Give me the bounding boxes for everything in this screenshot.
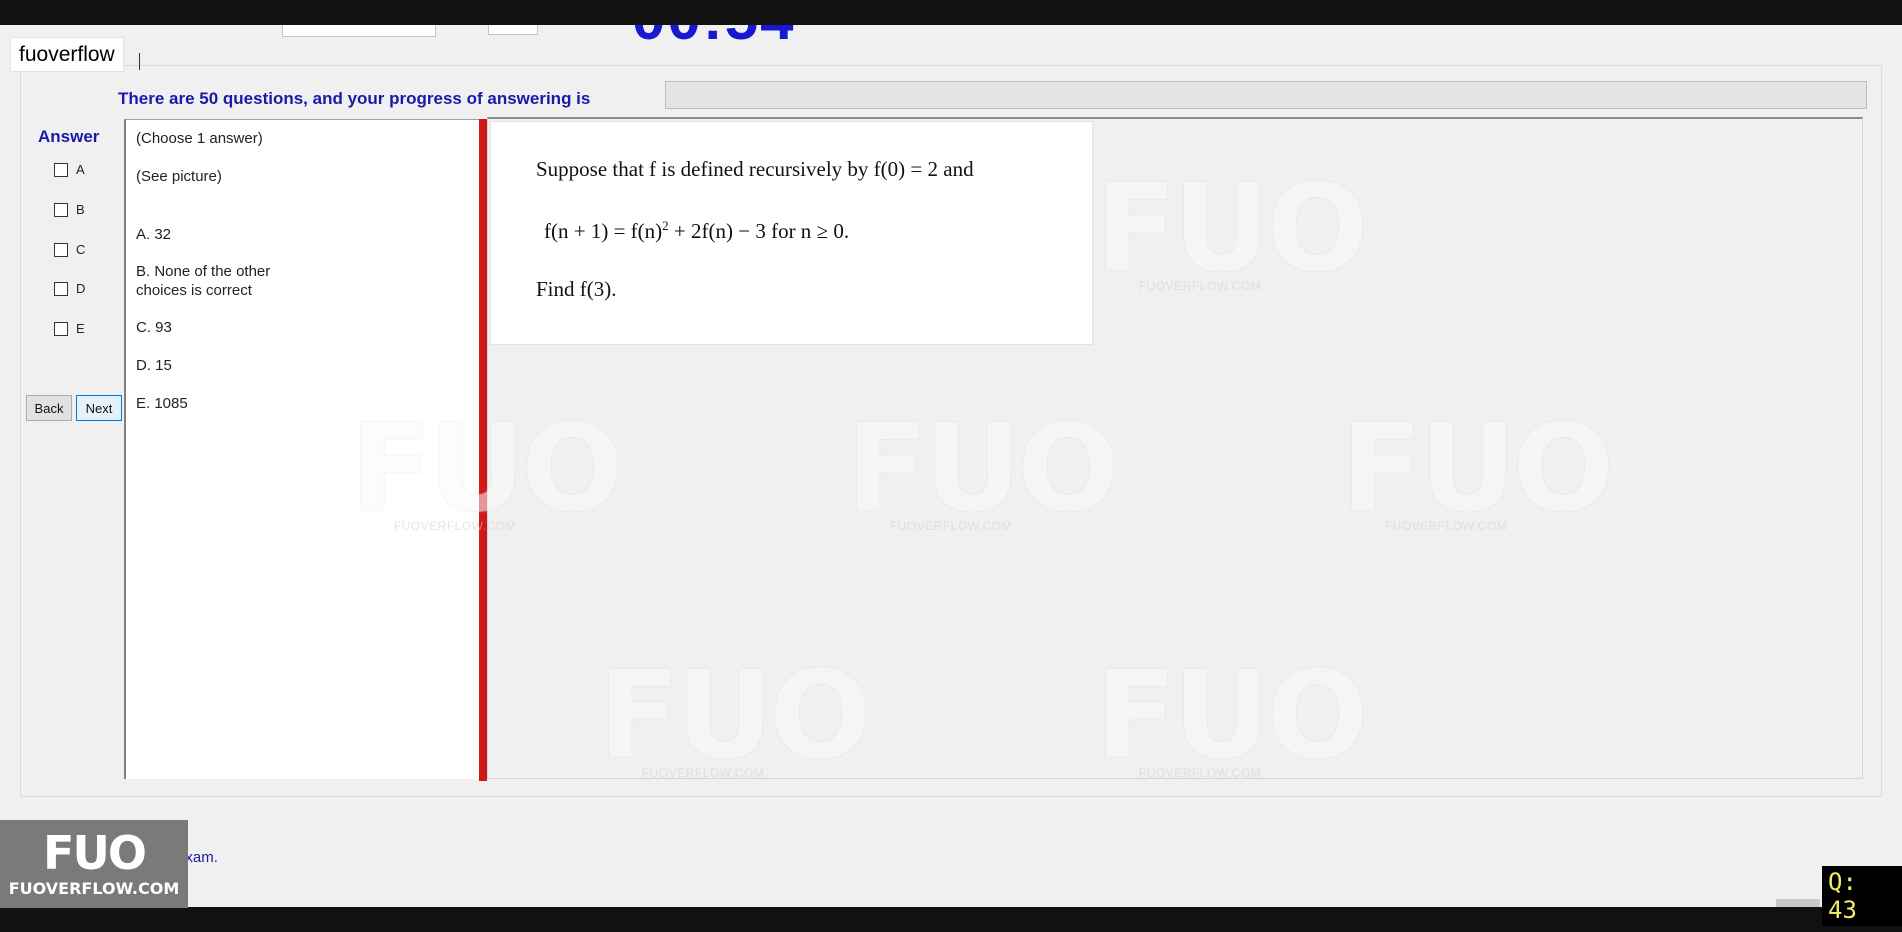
exam-window: 00:54 There are 50 questions, and your p… xyxy=(0,25,1902,907)
watermark-logo: FUO xyxy=(1341,400,1614,539)
back-button[interactable]: Back xyxy=(26,395,72,421)
choice-e-text: E. 1085 xyxy=(136,395,188,412)
watermark-logo: FUO xyxy=(350,400,623,539)
text-caret xyxy=(139,53,140,70)
logo-mark: FUO xyxy=(43,825,147,880)
answer-option-label: A xyxy=(76,162,85,177)
choice-a-text: A. 32 xyxy=(136,226,172,243)
answer-option-label: B xyxy=(76,202,85,217)
timer-display: 00:54 xyxy=(632,25,795,49)
question-counter: Q: 43 xyxy=(1822,866,1902,926)
answer-option-label: E xyxy=(76,321,85,336)
watermark-logo: FUO xyxy=(1095,160,1368,299)
fuoverflow-logo: FUO FUOVERFLOW.COM xyxy=(0,820,188,908)
question-line-2: f(n + 1) = f(n)2 + 2f(n) − 3 for n ≥ 0. xyxy=(544,218,849,244)
logo-text: FUOVERFLOW.COM xyxy=(8,878,180,898)
top-spin-box[interactable] xyxy=(488,25,538,35)
checkbox[interactable] xyxy=(54,162,68,177)
choice-b-text-line2: choices is correct xyxy=(136,282,252,299)
watermark: FUO FUOVERFLOW.COM xyxy=(846,400,1119,539)
answer-option-b[interactable]: B xyxy=(54,202,85,217)
question-line-3: Find f(3). xyxy=(536,277,617,301)
watermark: FUO FUOVERFLOW.COM xyxy=(350,400,623,539)
watermark-logo: FUO xyxy=(598,647,871,786)
question-line-2-part-2: + 2f(n) − 3 for n ≥ 0. xyxy=(668,219,850,243)
checkbox[interactable] xyxy=(54,202,68,217)
watermark: FUO FUOVERFLOW.COM xyxy=(1095,647,1368,786)
watermark: FUO FUOVERFLOW.COM xyxy=(1341,400,1614,539)
bottom-status-box xyxy=(1776,899,1820,907)
watermark-tag: fuoverflow xyxy=(10,37,124,72)
question-line-1: Suppose that f is defined recursively by… xyxy=(536,157,974,181)
answer-option-label: D xyxy=(76,281,86,296)
question-line-2-part-1: f(n + 1) = f(n) xyxy=(544,219,663,243)
answer-title: Answer xyxy=(38,127,100,146)
question-image: Suppose that f is defined recursively by… xyxy=(490,121,1093,345)
see-picture-text: (See picture) xyxy=(136,168,222,185)
watermark: FUO FUOVERFLOW.COM xyxy=(598,647,871,786)
answer-option-c[interactable]: C xyxy=(54,242,85,257)
choice-c-text: C. 93 xyxy=(136,319,172,336)
answer-option-e[interactable]: E xyxy=(54,321,85,336)
answer-option-a[interactable]: A xyxy=(54,162,85,177)
answer-option-label: C xyxy=(76,242,86,257)
top-combo-box[interactable] xyxy=(282,25,436,37)
next-button[interactable]: Next xyxy=(76,395,122,421)
watermark: FUO FUOVERFLOW.COM xyxy=(1095,160,1368,299)
answer-option-d[interactable]: D xyxy=(54,281,85,296)
choice-b-text-line1: B. None of the other xyxy=(136,263,271,280)
watermark-logo: FUO xyxy=(846,400,1119,539)
instruction-text: (Choose 1 answer) xyxy=(136,130,263,147)
checkbox[interactable] xyxy=(54,242,68,257)
progress-label: There are 50 questions, and your progres… xyxy=(118,89,591,108)
checkbox[interactable] xyxy=(54,321,68,336)
watermark-logo: FUO xyxy=(1095,647,1368,786)
progress-bar xyxy=(665,81,1867,109)
choice-d-text: D. 15 xyxy=(136,357,172,374)
checkbox[interactable] xyxy=(54,281,68,296)
